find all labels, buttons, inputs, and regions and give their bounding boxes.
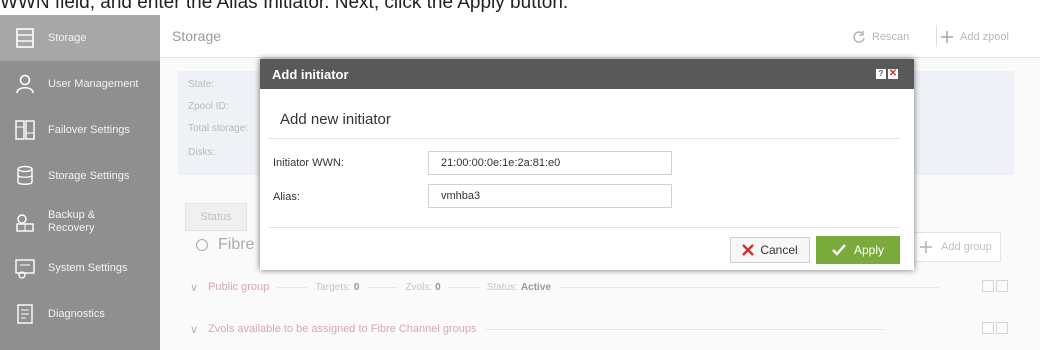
add-group-label: Add group [941, 241, 992, 253]
add-zpool-label: Add zpool [960, 31, 1009, 43]
dialog-header: Add initiator ? ✕ [260, 59, 914, 89]
plus-icon [941, 31, 953, 43]
divider [268, 227, 900, 228]
cancel-x-icon [742, 244, 755, 256]
zvols-value: 0 [435, 281, 441, 293]
divider [367, 286, 398, 288]
refresh-icon [853, 31, 865, 43]
sidebar-item-backup-recovery[interactable]: Backup & Recovery [0, 199, 160, 245]
users-icon [16, 74, 34, 94]
page-title: Storage [172, 28, 222, 44]
plus-icon [920, 241, 932, 253]
divider [268, 138, 900, 139]
available-zvols-row[interactable]: ∨ Zvols available to be assigned to Fibr… [190, 319, 1008, 339]
divider [936, 25, 937, 47]
sidebar-item-storage-settings[interactable]: Storage Settings [0, 153, 160, 199]
help-icon[interactable]: ? [876, 69, 886, 79]
sidebar-item-label: Storage Settings [48, 169, 130, 182]
dialog-title: Add initiator [272, 67, 349, 82]
sidebar-item-label: Storage [48, 31, 87, 44]
apply-button[interactable]: Apply [816, 236, 900, 264]
close-icon[interactable] [996, 280, 1008, 292]
circle-icon [196, 239, 208, 251]
system-settings-icon [15, 259, 35, 279]
divider [277, 286, 308, 288]
chevron-down-icon: ∨ [190, 323, 199, 336]
diagnostics-icon [17, 304, 33, 324]
status-value: Active [520, 281, 551, 293]
add-zpool-button[interactable]: Add zpool [940, 27, 1009, 47]
alias-input[interactable] [428, 184, 672, 208]
add-initiator-dialog: Add initiator ? ✕ Add new initiator Init… [260, 59, 914, 270]
targets-value: 0 [353, 281, 360, 293]
rescan-label: Rescan [872, 31, 910, 43]
public-group-name[interactable]: Public group [208, 281, 269, 293]
dialog-subtitle: Add new initiator [280, 111, 391, 128]
status-label: Status: [486, 281, 518, 293]
fibre-section-title: Fibre [196, 236, 254, 254]
disks-label: Disks: [188, 147, 216, 158]
divider [448, 286, 479, 288]
state-label: State: [188, 79, 215, 90]
sidebar-item-label: Failover Settings [48, 123, 130, 136]
initiator-wwn-input[interactable] [428, 151, 672, 175]
checkmark-icon [832, 244, 846, 256]
sidebar-item-storage[interactable]: Storage [0, 15, 160, 61]
close-icon[interactable]: ✕ [888, 69, 898, 79]
help-icon[interactable] [982, 322, 994, 334]
sidebar-item-label: User Management [48, 77, 139, 90]
sidebar-item-label: Diagnostics [48, 307, 105, 320]
storage-icon [16, 28, 34, 48]
initiator-wwn-label: Initiator WWN: [273, 157, 344, 169]
chevron-down-icon: ∨ [190, 281, 199, 294]
backup-icon [16, 214, 34, 232]
row-actions [982, 280, 1008, 292]
apply-label: Apply [853, 243, 885, 257]
public-group-row[interactable]: ∨ Public group Targets: 0 Zvols: 0 Statu… [190, 277, 1008, 297]
cancel-button[interactable]: Cancel [730, 237, 810, 263]
failover-icon [15, 120, 35, 140]
zpool-id-label: Zpool ID: [188, 101, 229, 112]
sidebar-item-failover-settings[interactable]: Failover Settings [0, 107, 160, 153]
cancel-label: Cancel [760, 243, 798, 257]
sidebar-item-user-management[interactable]: User Management [0, 61, 160, 107]
add-group-button[interactable]: Add group [910, 232, 1001, 262]
row-actions [982, 322, 1008, 334]
targets-label: Targets: [315, 281, 351, 293]
sidebar: Storage User Management Failover Setting… [0, 15, 160, 350]
total-storage-label: Total storage: [188, 123, 249, 134]
fibre-title-text: Fibre [218, 236, 255, 253]
divider [558, 286, 939, 288]
available-zvols-text[interactable]: Zvols available to be assigned to Fibre … [208, 323, 476, 335]
close-icon[interactable] [996, 322, 1008, 334]
sidebar-item-label: Backup & Recovery [48, 209, 96, 234]
divider [484, 328, 885, 330]
sidebar-item-diagnostics[interactable]: Diagnostics [0, 291, 160, 337]
help-icon[interactable] [982, 280, 994, 292]
zvols-label: Zvols: [405, 281, 433, 293]
instruction-text: WWN field, and enter the Alias Initiator… [0, 0, 569, 13]
rescan-button[interactable]: Rescan [852, 27, 909, 47]
sidebar-item-label: System Settings [48, 261, 128, 274]
tab-status[interactable]: Status [185, 203, 247, 231]
alias-label: Alias: [273, 191, 300, 203]
storage-settings-icon [17, 165, 33, 185]
top-bar: Storage Rescan Add zpool [160, 15, 1040, 58]
sidebar-item-system-settings[interactable]: System Settings [0, 245, 160, 291]
